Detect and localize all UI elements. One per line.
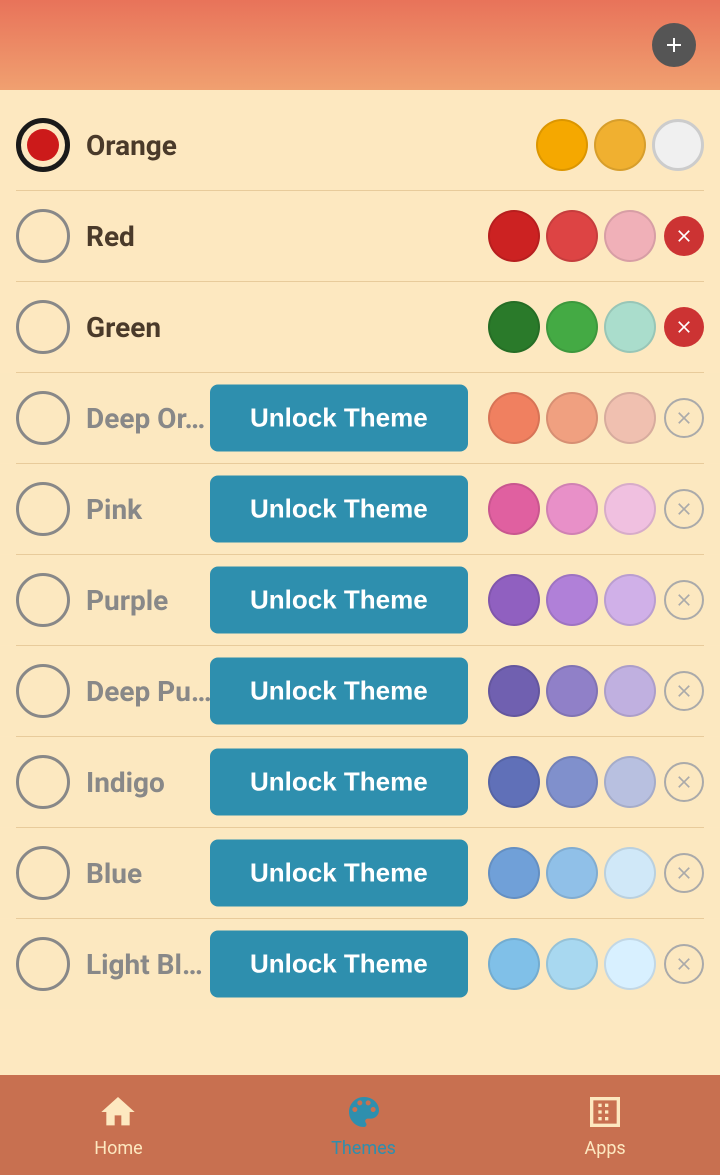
- swatch-orange-0: [536, 119, 588, 171]
- swatch-indigo-2: [604, 756, 656, 808]
- radio-purple[interactable]: [16, 573, 70, 627]
- swatches-indigo: [488, 756, 656, 808]
- remove-btn-pink[interactable]: [664, 489, 704, 529]
- theme-row-red[interactable]: Red: [0, 191, 720, 281]
- remove-btn-light-blue[interactable]: [664, 944, 704, 984]
- nav-apps-label: Apps: [584, 1138, 625, 1159]
- theme-row-deep-purple[interactable]: Deep Pu…Unlock Theme: [0, 646, 720, 736]
- unlock-btn-light-blue[interactable]: Unlock Theme: [210, 931, 468, 998]
- swatch-light-blue-0: [488, 938, 540, 990]
- theme-row-indigo[interactable]: IndigoUnlock Theme: [0, 737, 720, 827]
- remove-btn-blue[interactable]: [664, 853, 704, 893]
- swatches-orange: [536, 119, 704, 171]
- add-button[interactable]: [652, 23, 696, 67]
- swatch-deep-orange-2: [604, 392, 656, 444]
- swatches-light-blue: [488, 938, 656, 990]
- nav-themes-label: Themes: [331, 1138, 396, 1159]
- home-icon: [98, 1092, 138, 1132]
- theme-name-red: Red: [86, 220, 488, 253]
- apps-icon: [585, 1092, 625, 1132]
- swatch-blue-1: [546, 847, 598, 899]
- swatch-indigo-0: [488, 756, 540, 808]
- swatch-purple-1: [546, 574, 598, 626]
- radio-pink[interactable]: [16, 482, 70, 536]
- swatch-light-blue-1: [546, 938, 598, 990]
- theme-name-green: Green: [86, 311, 488, 344]
- unlock-btn-blue[interactable]: Unlock Theme: [210, 840, 468, 907]
- swatch-deep-purple-0: [488, 665, 540, 717]
- swatches-blue: [488, 847, 656, 899]
- swatch-blue-2: [604, 847, 656, 899]
- swatch-deep-purple-2: [604, 665, 656, 717]
- swatches-deep-purple: [488, 665, 656, 717]
- swatch-deep-purple-1: [546, 665, 598, 717]
- remove-btn-green[interactable]: [664, 307, 704, 347]
- swatch-pink-2: [604, 483, 656, 535]
- remove-btn-red[interactable]: [664, 216, 704, 256]
- swatch-orange-2: [652, 119, 704, 171]
- swatch-green-1: [546, 301, 598, 353]
- radio-red[interactable]: [16, 209, 70, 263]
- theme-row-purple[interactable]: PurpleUnlock Theme: [0, 555, 720, 645]
- themes-icon: [344, 1092, 384, 1132]
- swatch-pink-0: [488, 483, 540, 535]
- swatch-red-1: [546, 210, 598, 262]
- radio-orange[interactable]: [16, 118, 70, 172]
- theme-row-orange[interactable]: Orange: [0, 100, 720, 190]
- swatches-pink: [488, 483, 656, 535]
- radio-indigo[interactable]: [16, 755, 70, 809]
- unlock-btn-deep-purple[interactable]: Unlock Theme: [210, 658, 468, 725]
- swatch-purple-2: [604, 574, 656, 626]
- swatches-green: [488, 301, 656, 353]
- theme-list: Orange Red Green Deep Or…Unlock ThemePinkUn…: [0, 90, 720, 1075]
- theme-row-pink[interactable]: PinkUnlock Theme: [0, 464, 720, 554]
- swatch-deep-orange-0: [488, 392, 540, 444]
- nav-themes[interactable]: Themes: [311, 1082, 416, 1169]
- swatch-pink-1: [546, 483, 598, 535]
- radio-deep-purple[interactable]: [16, 664, 70, 718]
- theme-name-orange: Orange: [86, 129, 536, 162]
- unlock-btn-purple[interactable]: Unlock Theme: [210, 567, 468, 634]
- swatch-light-blue-2: [604, 938, 656, 990]
- swatches-purple: [488, 574, 656, 626]
- swatch-red-2: [604, 210, 656, 262]
- nav-home[interactable]: Home: [74, 1082, 162, 1169]
- remove-btn-deep-orange[interactable]: [664, 398, 704, 438]
- nav-apps[interactable]: Apps: [564, 1082, 645, 1169]
- remove-btn-indigo[interactable]: [664, 762, 704, 802]
- nav-home-label: Home: [94, 1138, 142, 1159]
- theme-row-blue[interactable]: BlueUnlock Theme: [0, 828, 720, 918]
- swatches-red: [488, 210, 656, 262]
- swatch-red-0: [488, 210, 540, 262]
- bottom-nav: Home Themes Apps: [0, 1075, 720, 1175]
- swatches-deep-orange: [488, 392, 656, 444]
- swatch-blue-0: [488, 847, 540, 899]
- unlock-btn-deep-orange[interactable]: Unlock Theme: [210, 385, 468, 452]
- remove-btn-deep-purple[interactable]: [664, 671, 704, 711]
- theme-row-green[interactable]: Green: [0, 282, 720, 372]
- radio-deep-orange[interactable]: [16, 391, 70, 445]
- swatch-orange-1: [594, 119, 646, 171]
- radio-blue[interactable]: [16, 846, 70, 900]
- swatch-purple-0: [488, 574, 540, 626]
- theme-row-light-blue[interactable]: Light Bl…Unlock Theme: [0, 919, 720, 1009]
- remove-btn-purple[interactable]: [664, 580, 704, 620]
- theme-row-deep-orange[interactable]: Deep Or…Unlock Theme: [0, 373, 720, 463]
- swatch-green-2: [604, 301, 656, 353]
- unlock-btn-pink[interactable]: Unlock Theme: [210, 476, 468, 543]
- swatch-deep-orange-1: [546, 392, 598, 444]
- swatch-indigo-1: [546, 756, 598, 808]
- unlock-btn-indigo[interactable]: Unlock Theme: [210, 749, 468, 816]
- radio-light-blue[interactable]: [16, 937, 70, 991]
- swatch-green-0: [488, 301, 540, 353]
- header: [0, 0, 720, 90]
- radio-green[interactable]: [16, 300, 70, 354]
